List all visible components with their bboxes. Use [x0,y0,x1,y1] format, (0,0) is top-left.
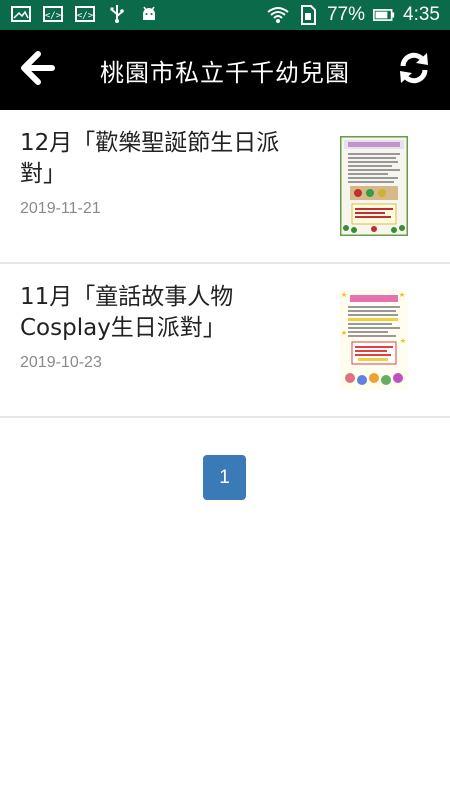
code-icon: </> [74,5,96,23]
usb-icon [106,5,128,23]
gallery-icon [10,5,32,23]
list-item[interactable]: 12月「歡樂聖誕節生日派對」 2019-11-21 [0,110,450,264]
pagination-page-button[interactable]: 1 [203,455,246,500]
status-left-icons: </> </> [10,5,160,23]
refresh-button[interactable] [394,50,434,90]
arrow-left-icon [21,51,55,89]
android-icon [138,5,160,23]
page-title: 桃園市私立千千幼兒園 [100,58,350,87]
article-title: 12月「歡樂聖誕節生日派對」 [20,130,280,187]
article-thumbnail [340,290,408,390]
code-icon: </> [42,5,64,23]
battery-icon [373,6,395,24]
app-bar: 桃園市私立千千幼兒園 [0,30,450,110]
refresh-icon [397,51,431,89]
article-list: 12月「歡樂聖誕節生日派對」 2019-11-21 11月「童話故事人物Cosp… [0,110,450,418]
back-button[interactable] [18,50,58,90]
wifi-icon [267,6,289,24]
article-thumbnail [340,136,408,236]
sim-icon [297,5,319,25]
list-item[interactable]: 11月「童話故事人物Cosplay生日派對」 2019-10-23 [0,264,450,418]
battery-percent: 77% [326,4,366,25]
status-right-icons: 77% 4:35 [267,4,440,26]
svg-text:</>: </> [77,11,94,21]
article-title: 11月「童話故事人物Cosplay生日派對」 [20,284,234,341]
svg-text:</>: </> [45,11,62,21]
article-date: 2019-10-23 [20,354,102,371]
clock: 4:35 [403,4,440,25]
article-date: 2019-11-21 [20,200,101,217]
status-bar: </> </> 77% 4:35 [0,0,450,30]
